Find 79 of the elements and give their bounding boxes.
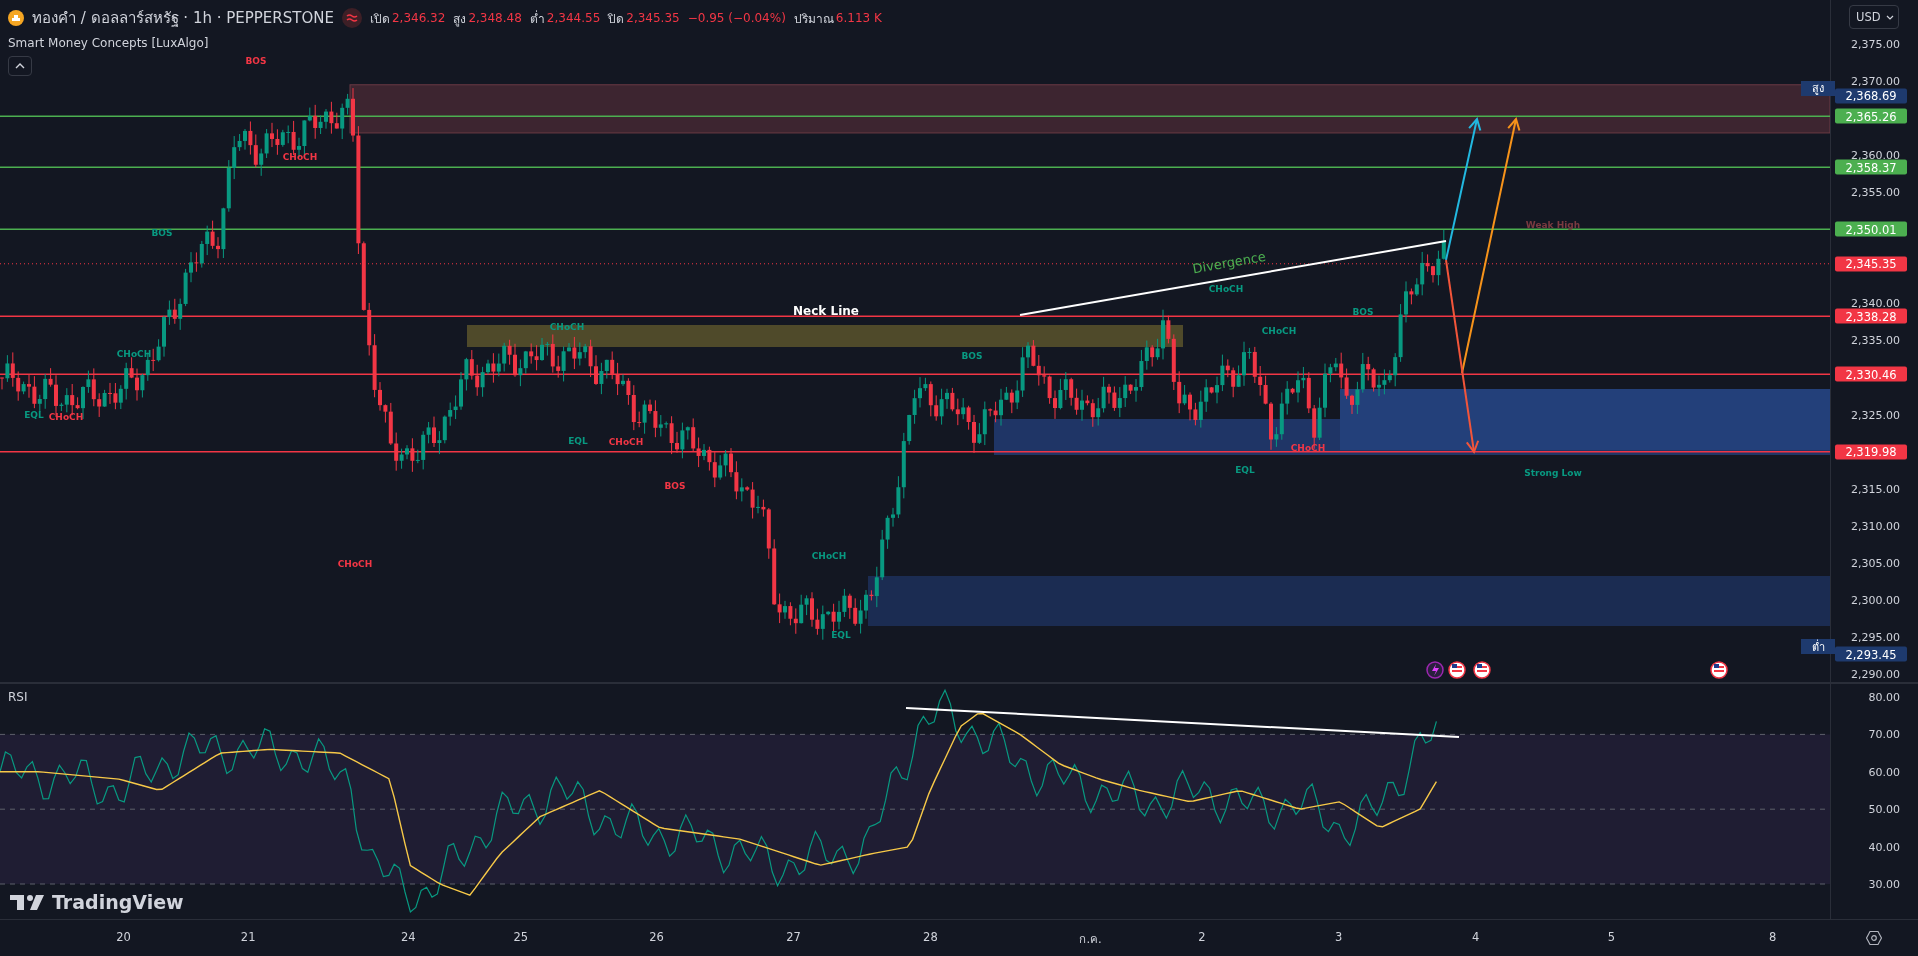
extreme-label: ต่ำ	[1801, 639, 1835, 654]
eql-label: EQL	[24, 410, 44, 420]
time-axis-label: 24	[401, 930, 416, 944]
time-axis-label: 28	[923, 930, 938, 944]
choch-label: CHoCH	[282, 152, 318, 162]
price-axis-label: 2,305.00	[1851, 556, 1900, 570]
price-axis-label: 2,290.00	[1851, 667, 1900, 681]
price-axis-label: 2,370.00	[1851, 74, 1900, 88]
bos-label: BOS	[151, 228, 173, 238]
choch-label: CHoCH	[549, 322, 585, 332]
price-tag: 2,338.28	[1835, 308, 1907, 324]
choch-label: CHoCH	[1261, 326, 1297, 336]
price-axis-label: 2,300.00	[1851, 593, 1900, 607]
price-axis-label: 2,355.00	[1851, 185, 1900, 199]
choch-label: CHoCH	[337, 559, 373, 569]
weak-high-label: Weak High	[1525, 220, 1581, 230]
time-axis-label: 3	[1335, 930, 1343, 944]
rsi-axis-label: 70.00	[1868, 727, 1900, 741]
time-axis-label: 27	[786, 930, 801, 944]
price-tag: 2,330.46	[1835, 366, 1907, 382]
neck-line-label: Neck Line	[793, 304, 859, 318]
bos-label: BOS	[245, 56, 267, 66]
price-tag: 2,345.35	[1835, 256, 1907, 272]
logo-text: TradingView	[52, 891, 184, 913]
extreme-label: สูง	[1801, 80, 1835, 96]
time-axis-label: 2	[1198, 930, 1206, 944]
eql-label: EQL	[831, 630, 851, 640]
price-axis-label: 2,360.00	[1851, 148, 1900, 162]
eql-label: EQL	[1235, 465, 1255, 475]
time-axis-label: 25	[513, 930, 529, 944]
bos-label: BOS	[1352, 307, 1374, 317]
choch-label: CHoCH	[1290, 443, 1326, 453]
time-axis-label: 20	[116, 930, 131, 944]
price-axis-label: 2,315.00	[1851, 482, 1900, 496]
price-axis-label: 2,375.00	[1851, 37, 1900, 51]
time-axis-label: 5	[1607, 930, 1616, 944]
ohlc-label: ต่ำ	[529, 9, 545, 28]
time-axis-label: ก.ค.	[1079, 931, 1102, 948]
rsi-axis-label: 60.00	[1868, 765, 1900, 779]
divergence-label: Divergence	[1191, 248, 1267, 277]
ohlc-value: 2,348.48	[468, 11, 522, 25]
price-axis-label: 2,335.00	[1851, 333, 1900, 347]
price-axis-label: 2,325.00	[1851, 408, 1900, 422]
rsi-axis-label: 30.00	[1868, 877, 1900, 891]
ohlc-label: เปิด	[369, 10, 390, 28]
strong-low-label: Strong Low	[1524, 468, 1582, 478]
rsi-title: RSI	[8, 690, 28, 704]
time-axis-label: 4	[1472, 930, 1480, 944]
price-axis-label: 2,310.00	[1851, 519, 1900, 533]
symbol-title: ทองคำ / ดอลลาร์สหรัฐ · 1h · PEPPERSTONE	[32, 8, 334, 29]
price-tag: 2,365.26	[1835, 108, 1907, 124]
choch-label: CHoCH	[811, 551, 847, 561]
volume-label: ปริมาณ	[793, 10, 834, 28]
choch-label: CHoCH	[608, 437, 644, 447]
time-axis-label: 8	[1769, 930, 1777, 944]
rsi-axis-label: 80.00	[1868, 690, 1900, 704]
bos-label: BOS	[961, 351, 983, 361]
eql-label: EQL	[568, 436, 588, 446]
bos-label: BOS	[664, 481, 686, 491]
ohlc-value: 2,345.35	[626, 11, 680, 25]
ohlc-label: ปิด	[608, 10, 625, 28]
indicator-title: Smart Money Concepts [LuxAlgo]	[8, 36, 209, 50]
time-axis-label: 26	[649, 930, 664, 944]
rsi-axis-label: 50.00	[1868, 802, 1900, 816]
price-tag: 2,350.01	[1835, 221, 1907, 237]
choch-label: CHoCH	[1208, 284, 1244, 294]
volume-value: 6.113 K	[835, 11, 882, 25]
choch-label: CHoCH	[116, 349, 152, 359]
choch-label: CHoCH	[48, 412, 84, 422]
currency-select[interactable]: USD	[1849, 5, 1899, 29]
rsi-axis-label: 40.00	[1868, 840, 1900, 854]
ohlc-value: 2,344.55	[546, 11, 601, 25]
price-tag: 2,358.37	[1835, 159, 1907, 175]
ohlc-label: สูง	[453, 10, 467, 28]
price-axis-label: 2,340.00	[1851, 296, 1900, 310]
ohlc-value: 2,346.32	[391, 11, 446, 25]
price-change: −0.95 (−0.04%)	[687, 11, 786, 25]
price-tag: 2,319.98	[1835, 444, 1907, 460]
time-axis-label: 21	[240, 930, 256, 944]
